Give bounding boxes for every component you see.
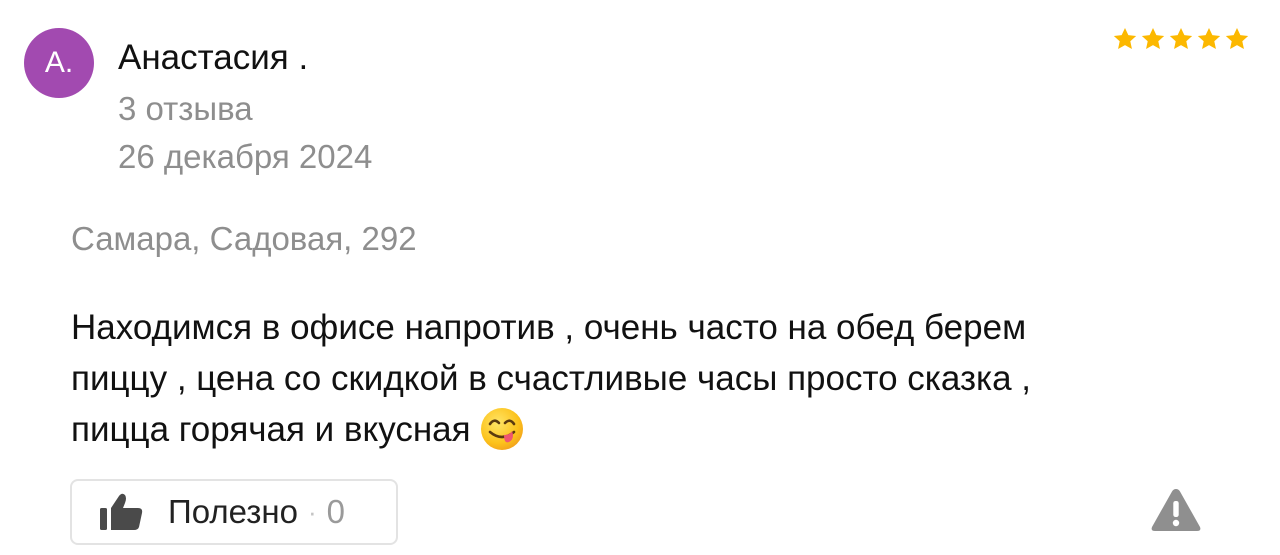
author-name[interactable]: Анастасия .: [118, 38, 308, 78]
star-icon: [1141, 27, 1165, 49]
helpful-count: 0: [326, 493, 345, 530]
star-icon: [1225, 27, 1249, 49]
review-text: Находимся в офисе напротив , очень часто…: [71, 302, 1211, 455]
star-icon: [1113, 27, 1137, 49]
star-icon: [1197, 27, 1221, 49]
warning-icon[interactable]: [1150, 487, 1202, 533]
review-card: А. Анастасия . 3 отзыва 26 декабря 2024 …: [0, 0, 1280, 555]
helpful-separator: ·: [307, 496, 317, 527]
helpful-button[interactable]: Полезно · 0: [70, 479, 398, 545]
review-text-line: пицца горячая и вкусная: [71, 404, 1211, 455]
author-review-count: 3 отзыва: [118, 90, 253, 127]
review-text-line: пиццу , цена со скидкой в счастливые час…: [71, 359, 1032, 398]
face-savoring-food-icon: [480, 407, 523, 450]
helpful-label: Полезно: [168, 493, 298, 530]
avatar[interactable]: А.: [24, 28, 94, 98]
avatar-initials: А.: [44, 46, 74, 79]
review-date: 26 декабря 2024: [118, 138, 373, 175]
review-text-line-content: пицца горячая и вкусная: [71, 410, 471, 449]
star-icon: [1169, 27, 1193, 49]
thumbs-up-icon: [100, 493, 143, 530]
review-text-line: Находимся в офисе напротив , очень часто…: [71, 308, 1027, 347]
rating-stars: [1112, 26, 1250, 52]
branch-address: Самара, Садовая, 292: [71, 220, 417, 257]
